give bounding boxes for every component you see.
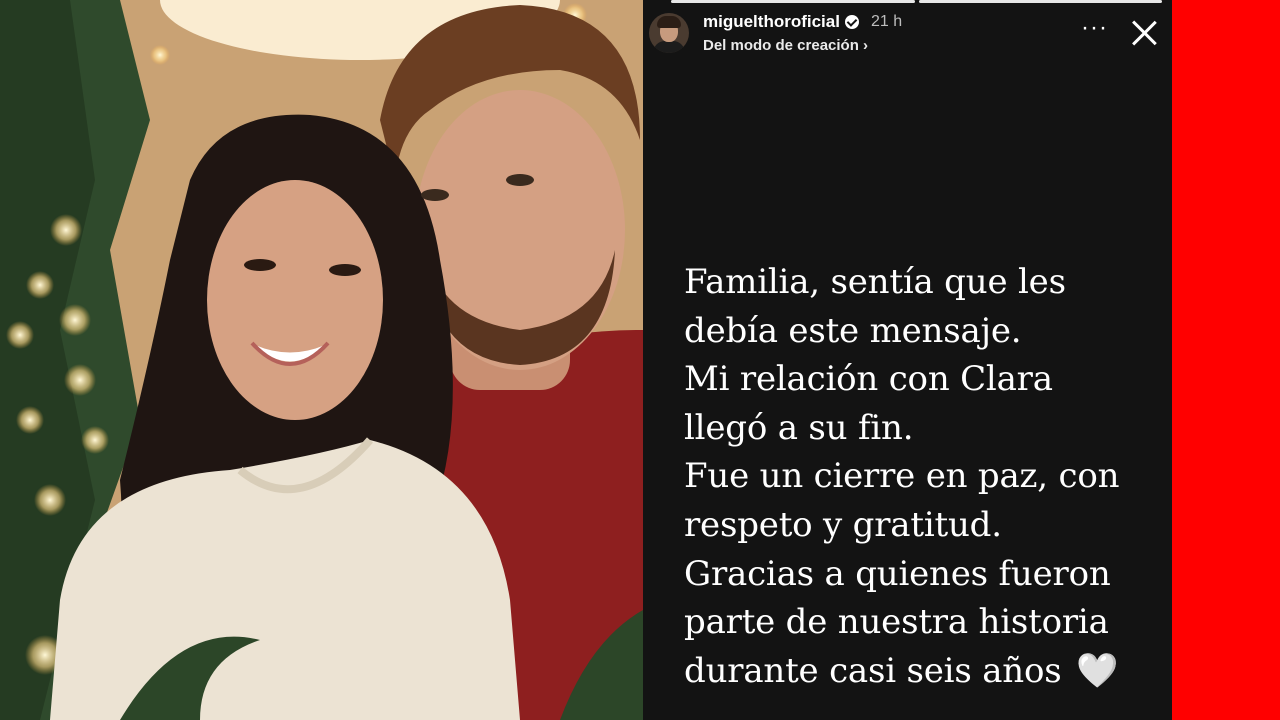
message-line: Familia, sentía que les <box>684 262 1066 302</box>
story-message: Familia, sentía que les debía este mensa… <box>684 258 1154 695</box>
progress-segment-1 <box>671 0 915 3</box>
couple-photo-illustration <box>0 0 643 720</box>
creation-mode-link[interactable]: Del modo de creación › <box>703 38 902 53</box>
couple-photo <box>0 0 643 720</box>
profile-avatar[interactable] <box>649 13 689 53</box>
message-line: respeto y gratitud. <box>684 504 1002 545</box>
username-link[interactable]: miguelthoroficial <box>703 13 840 30</box>
progress-segment-2 <box>918 0 1162 3</box>
more-options-icon[interactable]: ··· <box>1081 16 1108 40</box>
story-progress-bar <box>671 0 1162 3</box>
message-line: durante casi seis años <box>684 650 1062 691</box>
story-meta: miguelthoroficial 21 h Del modo de creac… <box>703 13 902 53</box>
close-icon[interactable] <box>1130 19 1158 47</box>
instagram-story[interactable]: miguelthoroficial 21 h Del modo de creac… <box>643 0 1172 720</box>
post-time: 21 h <box>870 12 903 30</box>
chevron-right-icon: › <box>863 37 869 54</box>
story-header: miguelthoroficial 21 h Del modo de creac… <box>649 12 1162 54</box>
verified-badge-icon <box>844 14 859 29</box>
message-line: llegó a su fin. <box>684 407 914 448</box>
message-line: parte de nuestra historia <box>684 602 1109 643</box>
message-line-last: durante casi seis años 🤍 <box>684 647 1154 696</box>
white-heart-icon: 🤍 <box>1076 650 1119 691</box>
screen: miguelthoroficial 21 h Del modo de creac… <box>0 0 1280 720</box>
message-line: Fue un cierre en paz, con <box>684 456 1120 497</box>
message-line: Gracias a quienes fueron <box>684 553 1111 594</box>
creation-mode-label: Del modo de creación <box>703 37 859 54</box>
red-side-bar <box>1172 0 1280 720</box>
message-line: debía este mensaje. <box>684 310 1022 351</box>
message-line: Mi relación con Clara <box>684 359 1053 400</box>
